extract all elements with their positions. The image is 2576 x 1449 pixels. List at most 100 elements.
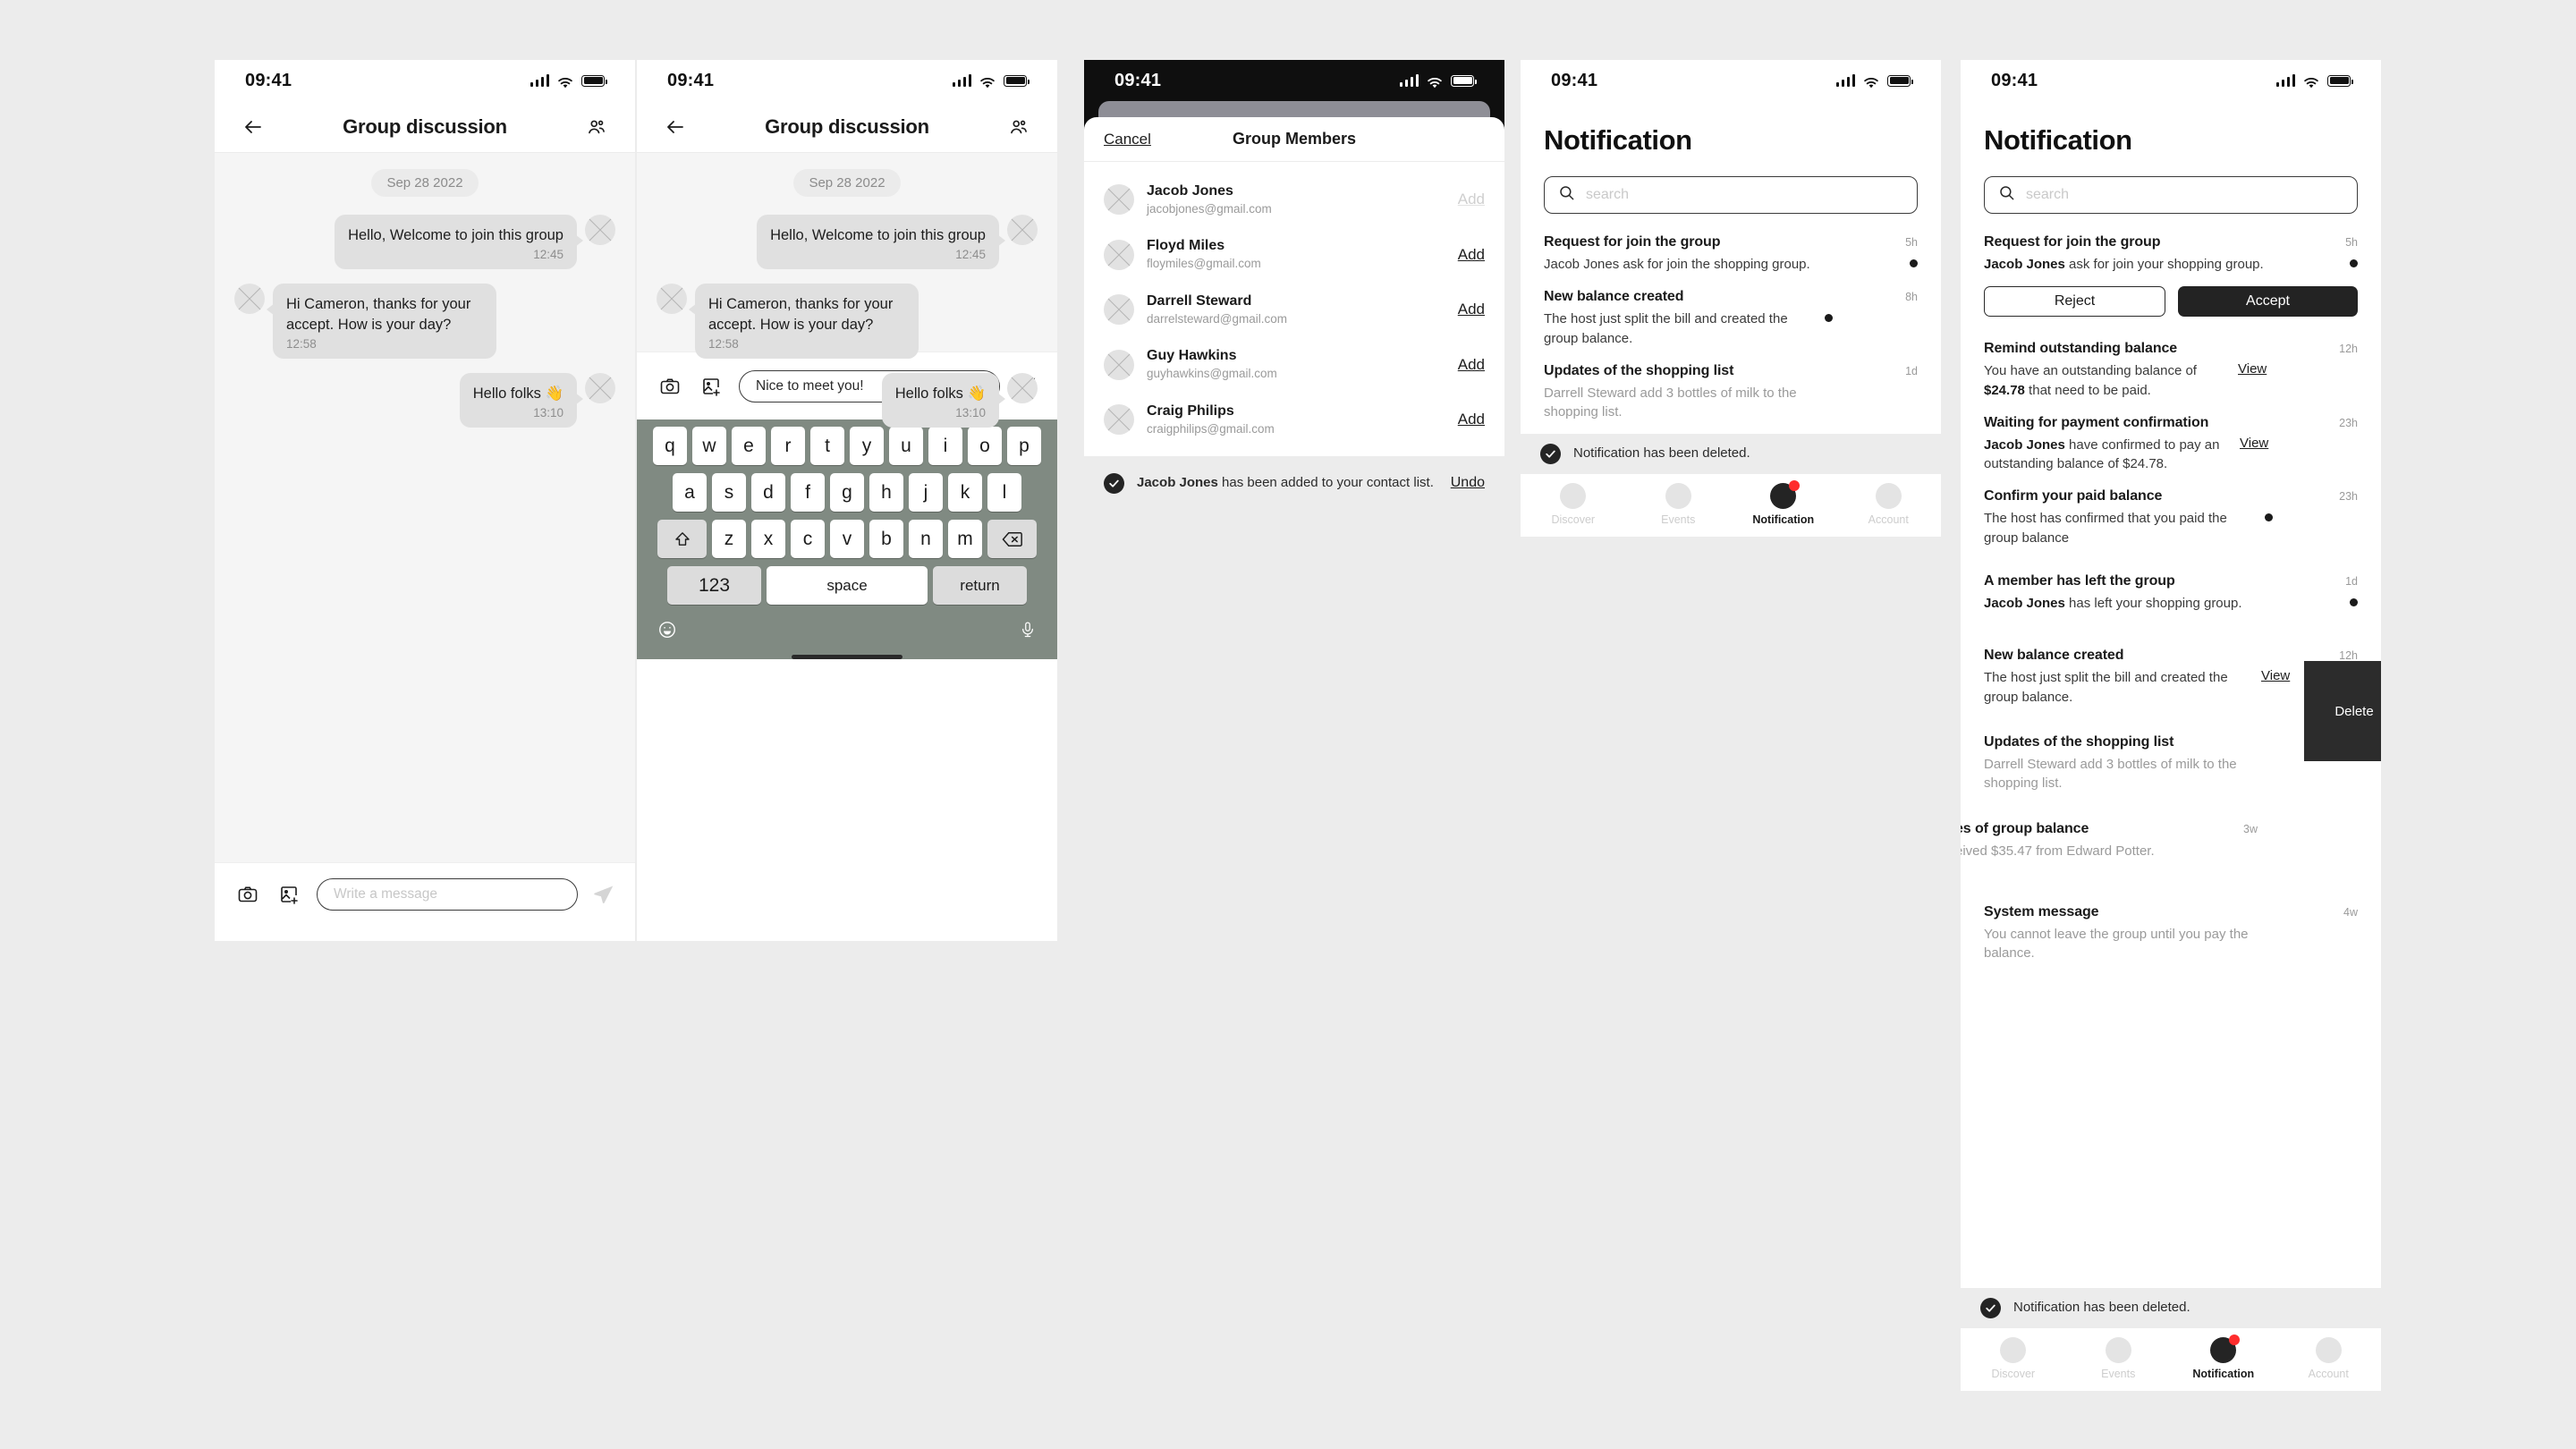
key-h[interactable]: h [869,473,903,512]
message-time: 12:58 [286,336,317,351]
tab-notification[interactable]: Notification [2171,1335,2276,1380]
list-item[interactable]: Craig Philips craigphilips@gmail.com Add [1104,402,1485,437]
notification-item[interactable]: New balance created 12h The host just sp… [1984,636,2358,710]
key-x[interactable]: x [751,520,785,558]
notification-item[interactable]: Confirm your paid balance 23h The host h… [1984,477,2358,551]
tab-label: Events [2101,1368,2136,1380]
undo-button[interactable]: Undo [1451,475,1485,491]
list-item[interactable]: Darrell Steward darrelsteward@gmail.com … [1104,292,1485,327]
add-button[interactable]: Add [1458,411,1485,428]
accept-button[interactable]: Accept [2178,286,2358,318]
notification-item[interactable]: Updates of the shopping list 1w Darrell … [1984,723,2358,797]
key-w[interactable]: w [692,427,726,465]
key-o[interactable]: o [968,427,1002,465]
virtual-keyboard[interactable]: q w e r t y u i o p a s d f g h j k l z … [637,419,1057,659]
shift-icon[interactable] [657,520,707,558]
key-b[interactable]: b [869,520,903,558]
tab-events[interactable]: Events [1626,483,1732,526]
key-q[interactable]: q [653,427,687,465]
key-z[interactable]: z [712,520,746,558]
chat-navbar: Group discussion [215,101,635,153]
key-f[interactable]: f [791,473,825,512]
key-t[interactable]: t [810,427,844,465]
microphone-icon[interactable] [1019,620,1037,644]
tab-events[interactable]: Events [2066,1337,2172,1380]
notification-list[interactable]: Request for join the group 5h Jacob Jone… [1961,214,2381,966]
camera-icon[interactable] [234,881,261,908]
send-icon[interactable] [592,883,615,906]
avatar [1007,215,1038,245]
add-button[interactable]: Add [1458,356,1485,374]
list-item[interactable]: Jacob Jones jacobjones@gmail.com Add [1104,182,1485,217]
key-m[interactable]: m [948,520,982,558]
notification-item-swiped[interactable]: es of group balance 3w eived $35.47 from… [1961,809,2358,864]
add-button[interactable]: Add [1458,301,1485,318]
status-indicators [952,74,1030,89]
view-link[interactable]: View [2238,361,2267,377]
phone-screen-group-members: 09:41 Cancel Group Members Jacob Jones j… [1084,60,1504,510]
message-input[interactable]: Write a message [317,877,578,911]
notification-item[interactable]: New balance created 8h The host just spl… [1544,277,1918,352]
notification-item[interactable]: Updates of the shopping list 1d Darrell … [1544,352,1918,426]
key-d[interactable]: d [751,473,785,512]
key-return[interactable]: return [933,566,1027,605]
notification-item[interactable]: Remind outstanding balance 12h You have … [1984,329,2358,403]
avatar [585,215,615,245]
member-list[interactable]: Jacob Jones jacobjones@gmail.com Add Flo… [1084,162,1504,456]
arrow-left-icon[interactable] [240,114,267,140]
group-members-sheet: Cancel Group Members Jacob Jones jacobjo… [1084,117,1504,510]
backspace-icon[interactable] [987,520,1037,558]
key-r[interactable]: r [771,427,805,465]
key-k[interactable]: k [948,473,982,512]
add-button[interactable]: Add [1458,246,1485,264]
key-g[interactable]: g [830,473,864,512]
notification-item-join-request[interactable]: Request for join the group 5h Jacob Jone… [1984,223,2358,320]
key-s[interactable]: s [712,473,746,512]
delete-button[interactable]: Delete [2304,661,2381,761]
cancel-button[interactable]: Cancel [1104,131,1151,148]
tab-discover[interactable]: Discover [1521,483,1626,526]
search-input[interactable]: search [1544,176,1918,214]
emoji-icon[interactable] [657,620,677,644]
add-button[interactable]: Add [1458,191,1485,208]
list-item[interactable]: Floyd Miles floymiles@gmail.com Add [1104,236,1485,272]
tab-account[interactable]: Account [1836,483,1942,526]
key-i[interactable]: i [928,427,962,465]
view-link[interactable]: View [2240,436,2268,451]
notification-item[interactable]: Request for join the group 5h Jacob Jone… [1544,223,1918,277]
tab-account[interactable]: Account [2276,1337,2382,1380]
member-email: jacobjones@gmail.com [1147,201,1272,216]
key-y[interactable]: y [850,427,884,465]
key-n[interactable]: n [909,520,943,558]
key-j[interactable]: j [909,473,943,512]
key-a[interactable]: a [673,473,707,512]
notification-item[interactable]: Waiting for payment confirmation 23h Jac… [1984,403,2358,478]
chat-message-list[interactable]: Sep 28 2022 Hello, Welcome to join this … [215,153,635,862]
events-icon [1665,483,1691,509]
key-l[interactable]: l [987,473,1021,512]
notification-item[interactable]: System message 4w You cannot leave the g… [1984,893,2358,967]
key-space[interactable]: space [767,566,928,605]
notification-highlight: Jacob Jones [1984,596,2065,612]
key-numeric[interactable]: 123 [667,566,761,605]
reject-button[interactable]: Reject [1984,286,2165,318]
chat-message-list[interactable]: Sep 28 2022 Hello, Welcome to join this … [637,153,1057,428]
people-icon[interactable] [1005,114,1032,140]
search-input[interactable]: search [1984,176,2358,214]
notification-body-row: eived $35.47 from Edward Potter. [1961,842,2358,860]
people-icon[interactable] [583,114,610,140]
tab-discover[interactable]: Discover [1961,1337,2066,1380]
notification-icon [1770,480,1801,509]
key-u[interactable]: u [889,427,923,465]
add-photo-icon[interactable] [275,881,302,908]
key-v[interactable]: v [830,520,864,558]
key-c[interactable]: c [791,520,825,558]
view-link[interactable]: View [2261,668,2290,683]
tab-notification[interactable]: Notification [1731,480,1836,526]
list-item[interactable]: Guy Hawkins guyhawkins@gmail.com Add [1104,346,1485,382]
arrow-left-icon[interactable] [662,114,689,140]
notification-item[interactable]: A member has left the group 1d Jacob Jon… [1984,562,2358,616]
status-indicators [1835,74,1913,89]
key-e[interactable]: e [732,427,766,465]
key-p[interactable]: p [1007,427,1041,465]
